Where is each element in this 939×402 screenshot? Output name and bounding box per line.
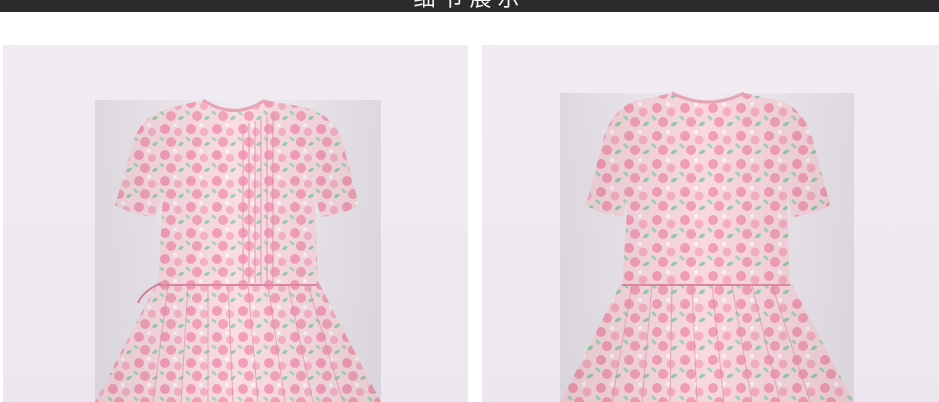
dress-back-photo	[482, 45, 939, 402]
header-title: 细节展示	[0, 0, 939, 12]
dress-front-image	[95, 98, 381, 402]
dress-back-image	[560, 91, 854, 402]
dress-front-photo	[3, 45, 468, 402]
header-banner: 细节展示	[0, 0, 939, 12]
